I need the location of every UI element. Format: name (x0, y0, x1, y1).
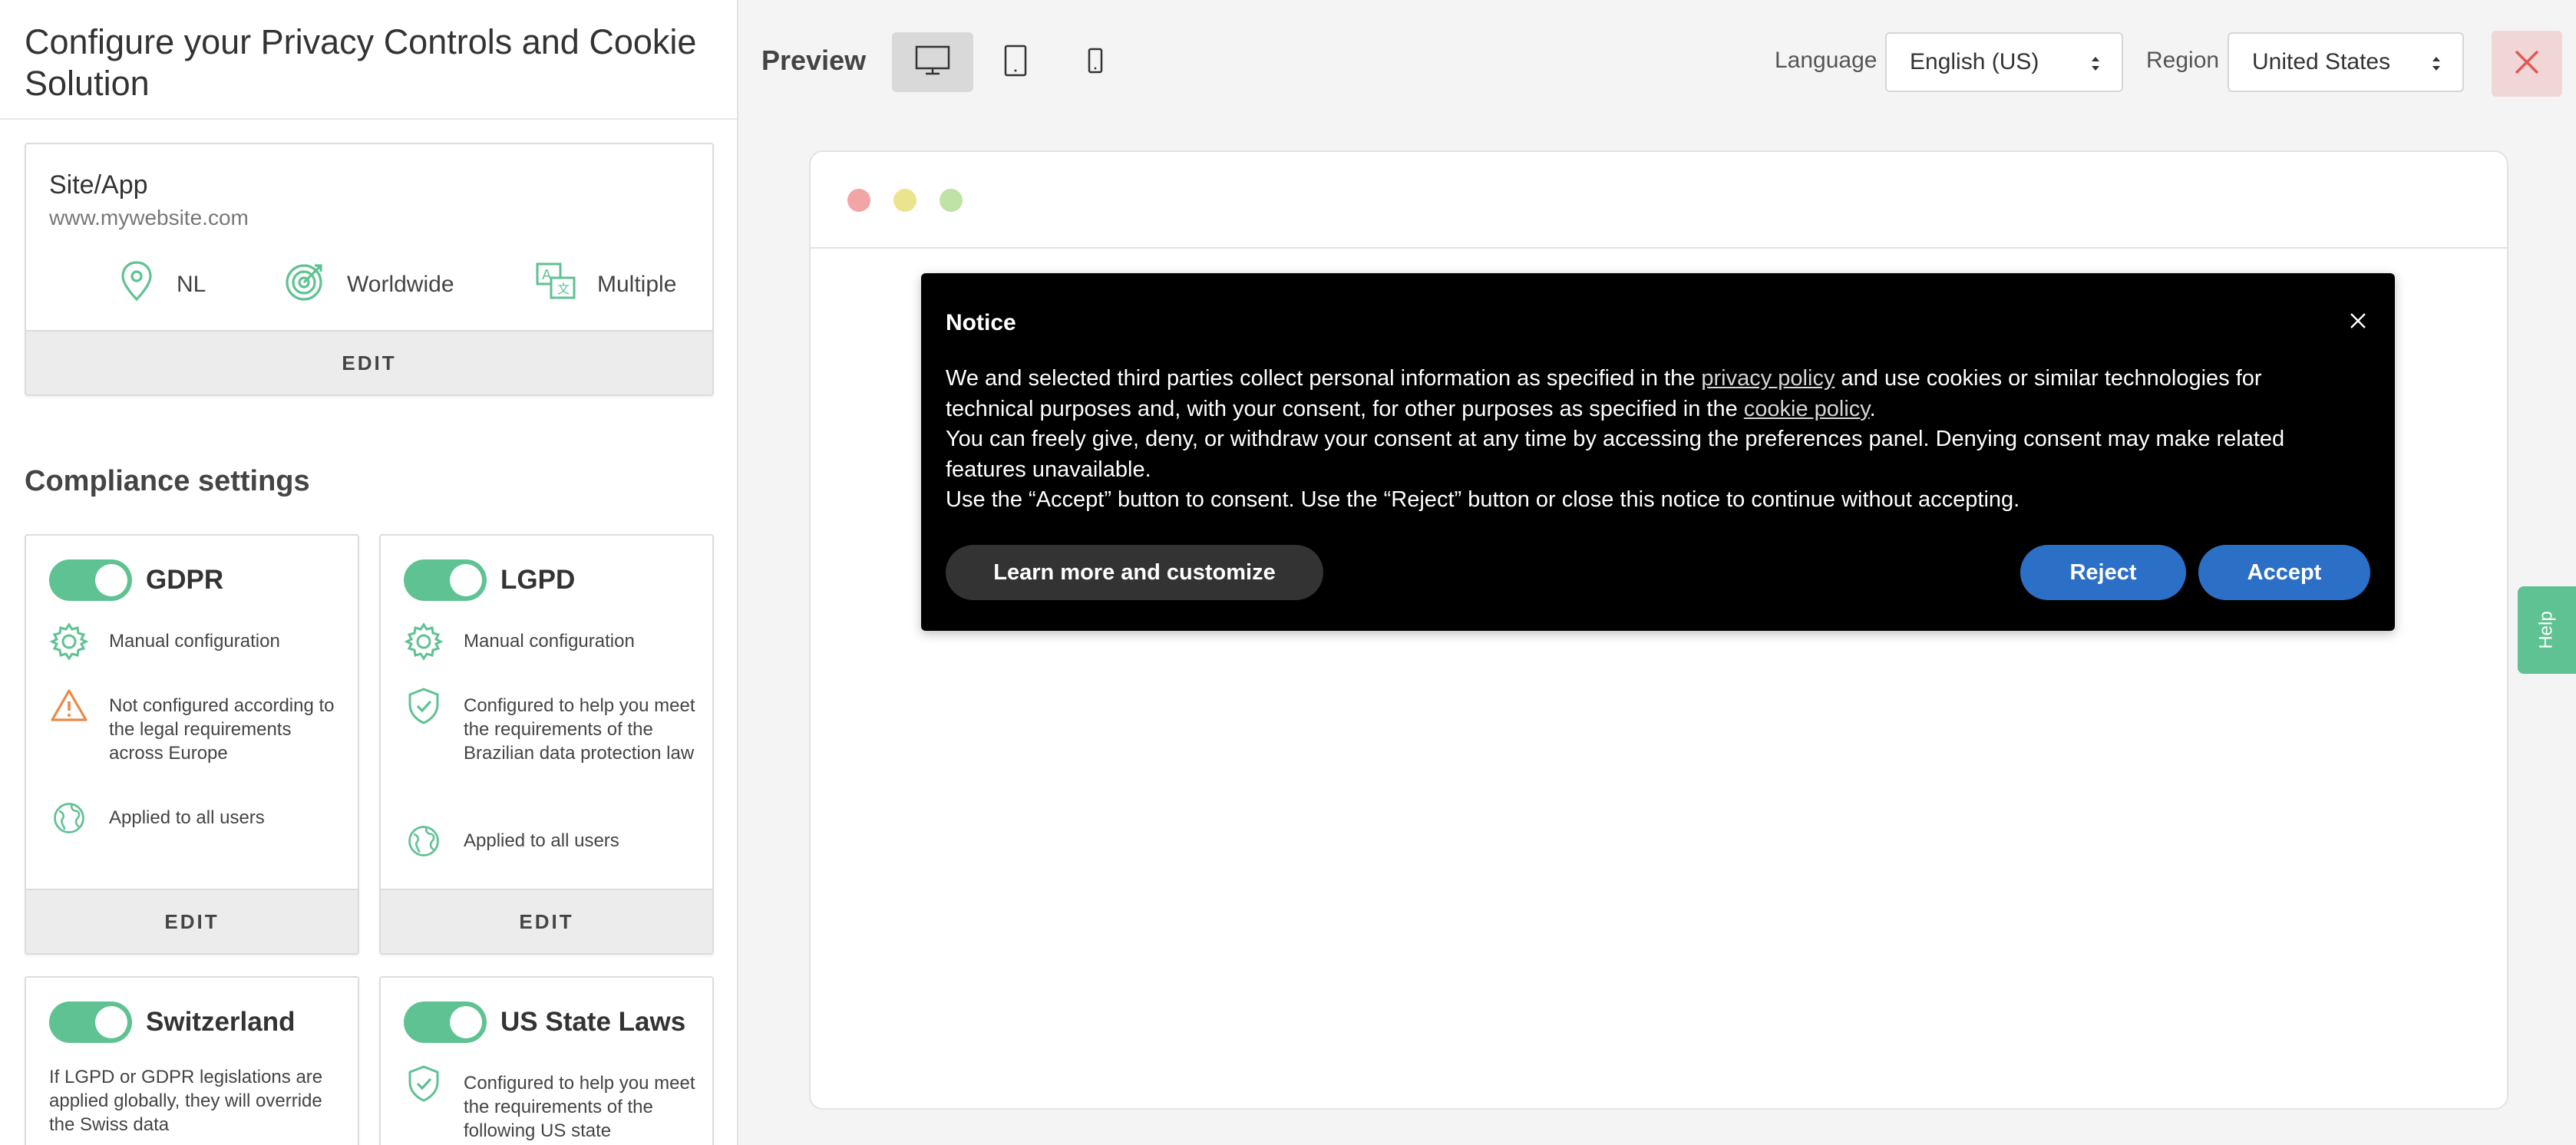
site-languages-label: Multiple (597, 272, 677, 297)
shield-check-icon (404, 1064, 444, 1104)
lgpd-config-row: Manual configuration (404, 622, 697, 662)
site-meta: NL Worldwide A文 Multiple (26, 258, 712, 312)
us-state-laws-toggle[interactable] (404, 1001, 487, 1043)
site-url: www.mywebsite.com (49, 206, 249, 229)
close-button[interactable] (2492, 31, 2562, 97)
gear-icon (49, 622, 89, 662)
notice-paragraph-2: You can freely give, deny, or withdraw y… (946, 427, 2285, 482)
gdpr-toggle[interactable] (49, 559, 132, 601)
site-edit-button[interactable]: EDIT (26, 330, 712, 394)
window-minimize-dot (893, 189, 916, 212)
cookie-notice-banner: Notice We and selected third parties col… (921, 273, 2395, 631)
help-label: Help (2535, 611, 2557, 649)
help-tab[interactable]: Help (2518, 586, 2576, 674)
gdpr-config-row: Manual configuration (49, 622, 342, 662)
gdpr-header: GDPR (49, 559, 223, 602)
lgpd-scope-text: Applied to all users (464, 830, 619, 851)
gdpr-status-text: Not configured according to the legal re… (109, 695, 335, 764)
shield-check-icon (404, 686, 444, 726)
page-title: Configure your Privacy Controls and Cook… (0, 0, 737, 120)
site-languages: A文 Multiple (534, 258, 676, 312)
lgpd-scope-row: Applied to all users (404, 821, 697, 861)
globe-icon (49, 798, 89, 838)
desktop-preview-button[interactable] (892, 32, 973, 92)
close-icon (2349, 312, 2367, 334)
accept-button[interactable]: Accept (2198, 545, 2370, 600)
compliance-settings-heading: Compliance settings (25, 465, 310, 497)
gdpr-title: GDPR (146, 565, 224, 595)
close-icon (2513, 48, 2541, 80)
preview-label: Preview (761, 45, 867, 76)
translate-icon: A文 (534, 259, 577, 310)
learn-more-button[interactable]: Learn more and customize (946, 545, 1323, 600)
switzerland-header: Switzerland (49, 1001, 295, 1044)
language-select[interactable]: English (US) (1885, 32, 2123, 92)
region-select-value: United States (2252, 49, 2391, 74)
warning-icon (49, 686, 89, 726)
svg-text:文: 文 (557, 282, 570, 296)
site-name: Site/App (49, 170, 148, 200)
desktop-icon (915, 45, 950, 80)
lgpd-edit-button[interactable]: EDIT (381, 889, 712, 953)
reject-button[interactable]: Reject (2020, 545, 2186, 600)
region-select[interactable]: United States (2228, 32, 2464, 92)
select-arrows-icon (2091, 52, 2100, 75)
switzerland-text: If LGPD or GDPR legislations are applied… (49, 1067, 323, 1135)
gear-icon (404, 622, 444, 662)
us-state-laws-title: US State Laws (500, 1007, 686, 1037)
switzerland-card: Switzerland If LGPD or GDPR legislations… (25, 976, 359, 1145)
target-icon (282, 259, 327, 310)
us-state-laws-status-text: Configured to help you meet the requirem… (464, 1073, 695, 1141)
notice-paragraph-3: Use the “Accept” button to consent. Use … (946, 487, 2020, 512)
svg-text:A: A (542, 267, 552, 283)
notice-body: We and selected third parties collect pe… (946, 364, 2303, 516)
language-select-value: English (US) (1910, 49, 2039, 74)
select-arrows-icon (2432, 52, 2441, 75)
us-state-laws-status-row: Configured to help you meet the requirem… (404, 1064, 697, 1143)
site-scope-label: Worldwide (347, 272, 454, 297)
notice-text: . (1869, 396, 1876, 421)
site-card: Site/App www.mywebsite.com NL Worldwide … (25, 143, 714, 396)
language-label: Language (1775, 48, 1878, 73)
gdpr-status-row: Not configured according to the legal re… (49, 686, 342, 765)
us-state-laws-card: US State Laws Configured to help you mee… (379, 976, 714, 1145)
us-state-laws-header: US State Laws (404, 1001, 685, 1044)
lgpd-toggle[interactable] (404, 559, 487, 601)
notice-text: We and selected third parties collect pe… (946, 366, 1702, 391)
settings-panel: Configure your Privacy Controls and Cook… (0, 0, 738, 1145)
browser-title-bar (811, 152, 2507, 249)
site-location: NL (117, 258, 206, 312)
gdpr-config-text: Manual configuration (109, 631, 280, 652)
privacy-policy-link[interactable]: privacy policy (1701, 366, 1835, 391)
lgpd-header: LGPD (404, 559, 575, 602)
lgpd-status-text: Configured to help you meet the requirem… (464, 695, 695, 764)
gdpr-edit-button[interactable]: EDIT (26, 889, 358, 953)
notice-close-button[interactable] (2344, 309, 2372, 336)
mobile-icon (1088, 48, 1103, 78)
switzerland-title: Switzerland (146, 1007, 296, 1037)
lgpd-title: LGPD (500, 565, 576, 595)
site-location-label: NL (177, 272, 206, 297)
cookie-policy-link[interactable]: cookie policy (1744, 397, 1870, 421)
notice-paragraph-1: We and selected third parties collect pe… (946, 364, 2303, 424)
notice-title: Notice (946, 310, 1016, 335)
lgpd-status-row: Configured to help you meet the requirem… (404, 686, 697, 765)
gdpr-scope-row: Applied to all users (49, 798, 342, 838)
tablet-preview-button[interactable] (975, 32, 1056, 92)
lgpd-config-text: Manual configuration (464, 631, 635, 652)
site-scope: Worldwide (282, 258, 454, 312)
gdpr-card: GDPR Manual configuration Not configured… (25, 534, 359, 955)
mobile-preview-button[interactable] (1055, 32, 1136, 92)
region-label: Region (2146, 48, 2220, 73)
switzerland-toggle[interactable] (49, 1001, 132, 1043)
tablet-icon (1004, 45, 1027, 81)
window-close-dot (847, 189, 870, 212)
gdpr-scope-text: Applied to all users (109, 807, 265, 828)
globe-icon (404, 821, 444, 861)
lgpd-card: LGPD Manual configuration Configured to … (379, 534, 714, 955)
location-pin-icon (117, 259, 157, 310)
preview-toolbar: Preview Language English (US) Region Uni… (740, 0, 2576, 123)
window-maximize-dot (940, 189, 963, 212)
